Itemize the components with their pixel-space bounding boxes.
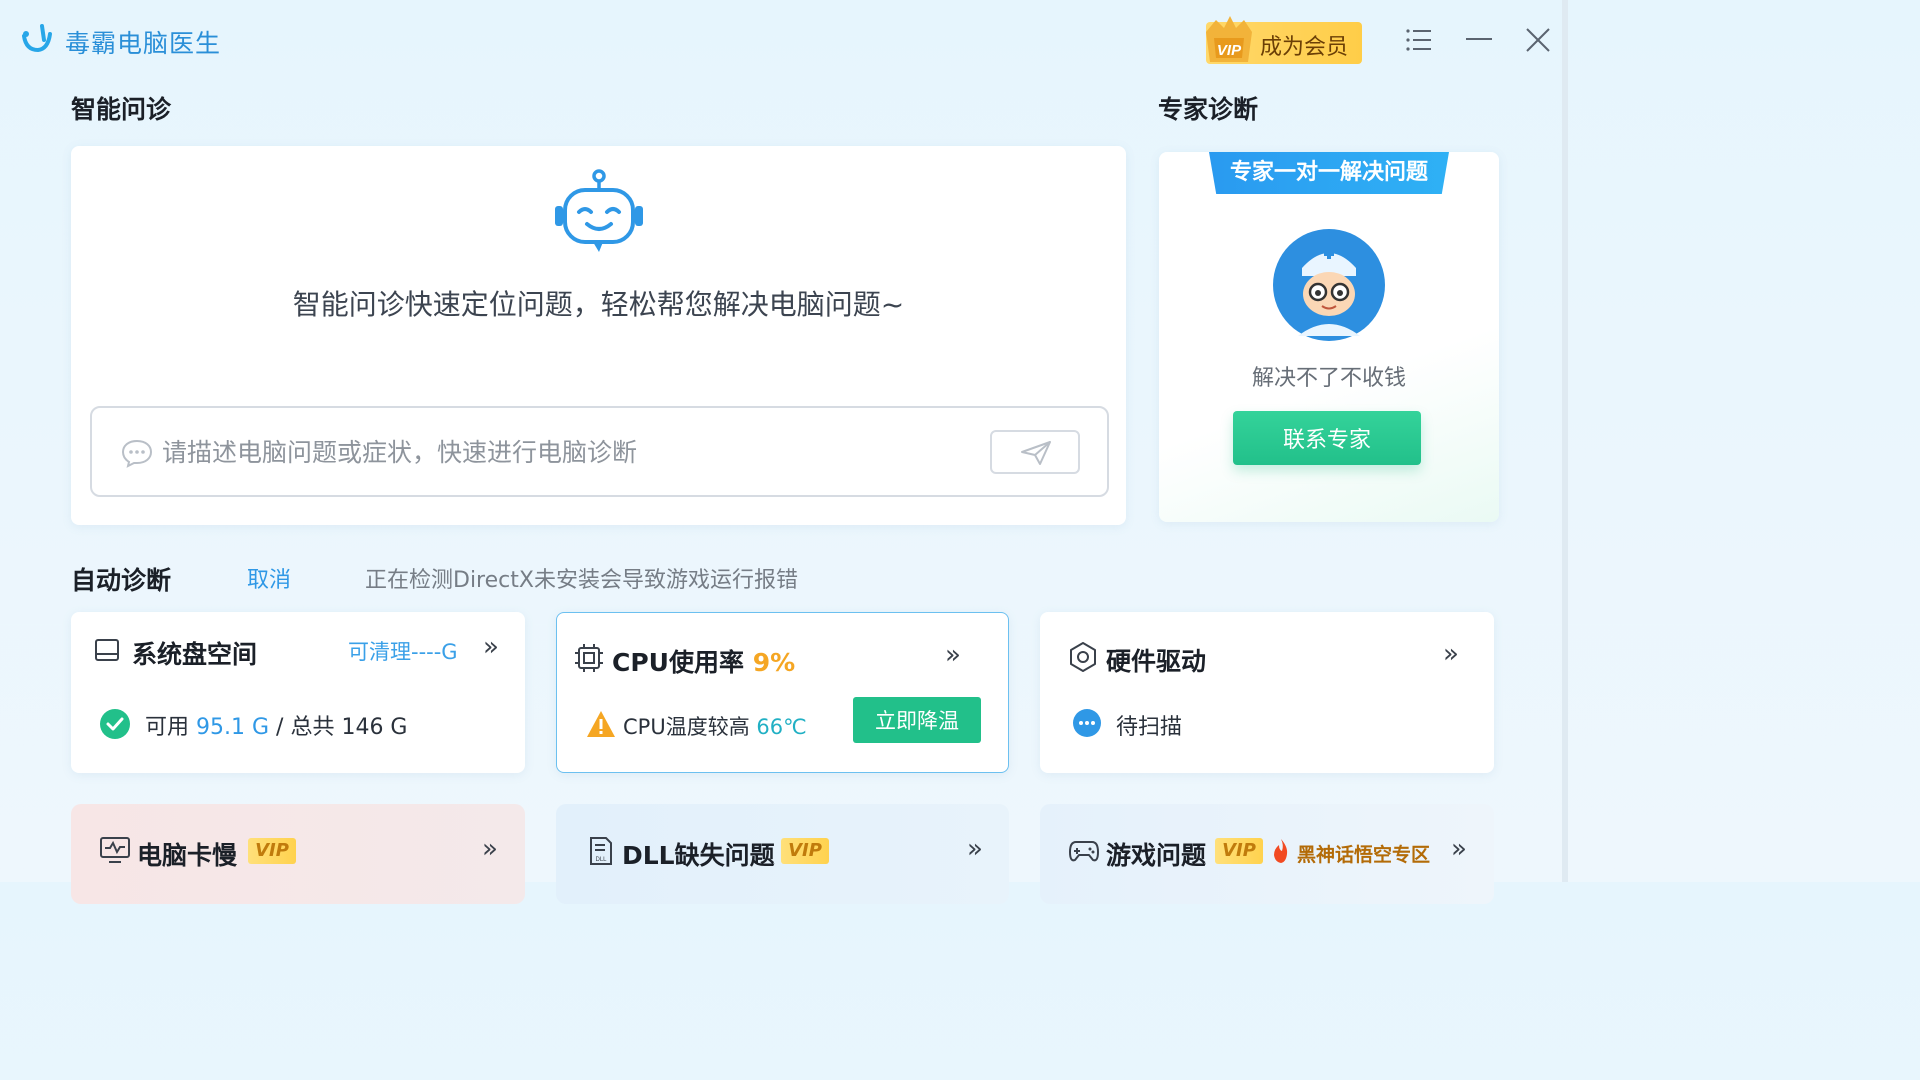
dll-missing-tile[interactable]: DLL DLL缺失问题 VIP » [556, 804, 1009, 904]
system-disk-tile[interactable]: 系统盘空间 可清理----G » 可用 95.1 G / 总共 146 G [71, 612, 525, 773]
become-member-button[interactable]: VIP 成为会员 [1206, 16, 1362, 64]
expert-diagnosis-heading: 专家诊断 [1158, 95, 1259, 124]
cancel-scan-link[interactable]: 取消 [247, 562, 291, 594]
close-icon[interactable] [1522, 24, 1554, 56]
title-bar: 毒霸电脑医生 VIP 成为会员 [0, 0, 1568, 80]
dll-missing-chevron-icon[interactable]: » [967, 834, 983, 864]
monitor-pulse-icon [100, 837, 130, 863]
disk-available-value: 95.1 G [196, 715, 270, 740]
game-problem-chevron-icon[interactable]: » [1451, 834, 1467, 864]
warning-icon [587, 711, 615, 737]
vip-badge-text: VIP [1217, 42, 1242, 59]
become-member-label: 成为会员 [1260, 35, 1349, 60]
fire-icon [1274, 839, 1288, 863]
contact-expert-button[interactable]: 联系专家 [1233, 411, 1421, 465]
chat-bubble-icon [121, 439, 153, 468]
system-disk-chevron-icon[interactable]: » [483, 632, 499, 662]
disk-available-label: 可用 [145, 715, 190, 740]
expert-card: 专家一对一解决问题 解决不了不收钱 联系专家 [1159, 152, 1499, 522]
chip-icon [575, 644, 603, 672]
game-problem-vip-badge: VIP [1215, 838, 1263, 864]
cpu-usage-chevron-icon[interactable]: » [945, 640, 961, 670]
auto-diagnosis-heading: 自动诊断 [71, 566, 172, 595]
cpu-usage-label: CPU使用率 [612, 648, 744, 677]
cpu-usage-value: 9% [752, 648, 796, 677]
hardware-driver-chevron-icon[interactable]: » [1443, 639, 1459, 669]
send-icon [1021, 441, 1051, 465]
gear-icon [1070, 642, 1096, 672]
cleanable-space-link[interactable]: 可清理----G [348, 636, 458, 666]
system-disk-title: 系统盘空间 [132, 640, 258, 669]
cool-down-button[interactable]: 立即降温 [853, 697, 981, 743]
gamepad-icon [1069, 841, 1099, 862]
pending-dots-icon [1073, 709, 1101, 737]
vip-crown-icon: VIP [1206, 16, 1252, 62]
black-myth-wukong-zone-link[interactable]: 黑神话悟空专区 [1297, 840, 1430, 867]
expert-ribbon: 专家一对一解决问题 [1209, 152, 1449, 194]
pc-slow-chevron-icon[interactable]: » [482, 834, 498, 864]
smart-diagnosis-tagline: 智能问诊快速定位问题，轻松帮您解决电脑问题~ [292, 288, 905, 321]
game-problem-title: 游戏问题 [1106, 841, 1207, 870]
cpu-temp-label: CPU温度较高 [623, 715, 750, 739]
cpu-temp-text: CPU温度较高 66℃ [623, 711, 807, 741]
send-button[interactable] [990, 430, 1080, 474]
symptom-input-box [90, 406, 1109, 497]
hardware-driver-title: 硬件驱动 [1106, 647, 1207, 676]
robot-icon [555, 169, 643, 252]
game-problem-tile[interactable]: 游戏问题 VIP 黑神话悟空专区 » [1040, 804, 1494, 904]
dll-missing-title: DLL缺失问题 [622, 841, 775, 870]
window-right-edge [1562, 0, 1568, 882]
hardware-driver-status: 待扫描 [1116, 715, 1183, 740]
cpu-temp-value: 66℃ [756, 715, 807, 739]
cpu-usage-tile[interactable]: CPU使用率 9% » CPU温度较高 66℃ 立即降温 [556, 612, 1009, 773]
doctor-avatar-icon [1273, 229, 1385, 341]
dll-missing-vip-badge: VIP [781, 838, 829, 864]
hamburger-menu-icon[interactable] [1403, 24, 1435, 56]
app-logo-icon [22, 24, 52, 53]
disk-total-text: / 总共 146 G [276, 715, 408, 740]
drive-icon [95, 639, 119, 661]
smart-diagnosis-heading: 智能问诊 [71, 95, 172, 124]
document-dll-icon: DLL [590, 837, 612, 865]
smart-diagnosis-card: 智能问诊快速定位问题，轻松帮您解决电脑问题~ [71, 146, 1126, 525]
pc-slow-title: 电脑卡慢 [137, 841, 238, 870]
check-circle-icon [100, 709, 130, 739]
expert-subtitle: 解决不了不收钱 [1251, 366, 1406, 391]
disk-usage-text: 可用 95.1 G / 总共 146 G [145, 709, 407, 741]
hardware-driver-tile[interactable]: 硬件驱动 » 待扫描 [1040, 612, 1494, 773]
pc-slow-vip-badge: VIP [248, 838, 296, 864]
minimize-icon[interactable] [1463, 24, 1495, 56]
symptom-input[interactable] [162, 426, 962, 478]
app-title: 毒霸电脑医生 [65, 29, 222, 58]
dll-icon-text: DLL [595, 857, 607, 863]
cpu-usage-title: CPU使用率 9% [612, 643, 795, 679]
scan-status-text: 正在检测DirectX未安装会导致游戏运行报错 [365, 568, 798, 593]
pc-slow-tile[interactable]: 电脑卡慢 VIP » [71, 804, 525, 904]
